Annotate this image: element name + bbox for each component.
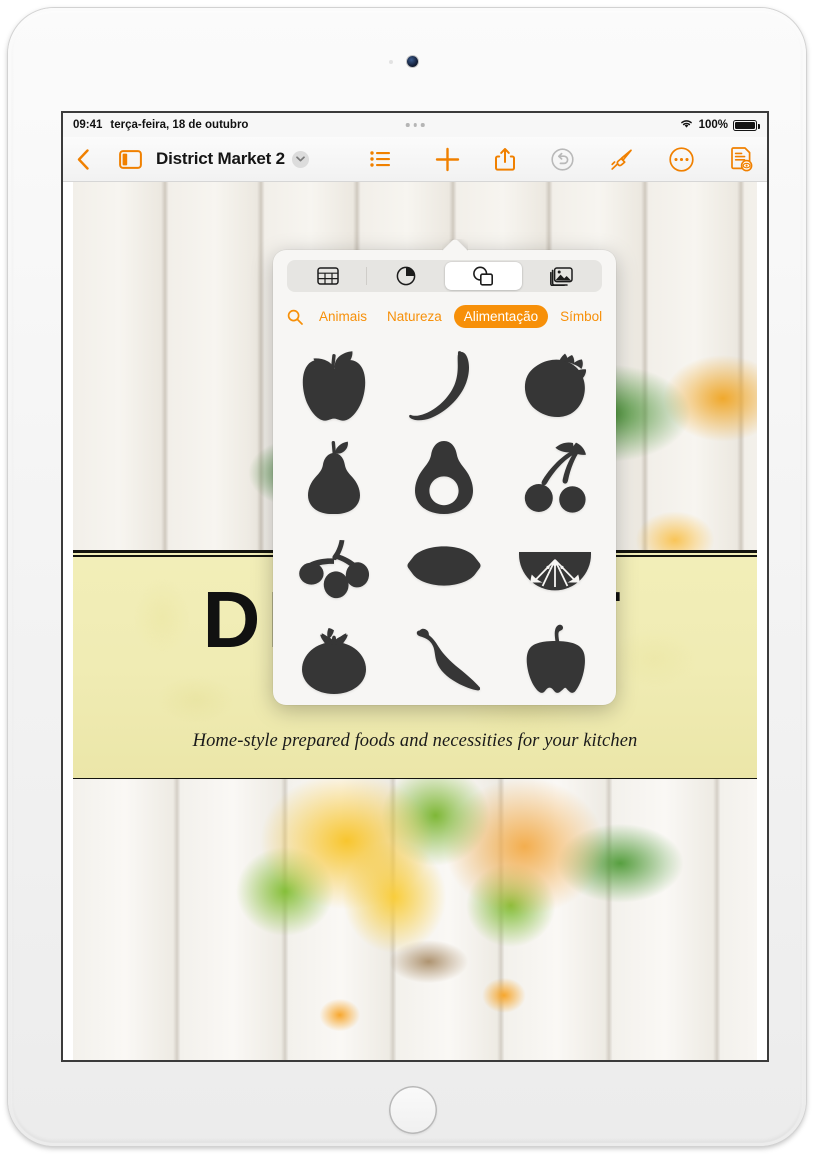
media-photos-icon bbox=[549, 266, 573, 286]
tablet-device: 09:41 terça-feira, 18 de outubro 100% Di… bbox=[8, 8, 806, 1146]
category-tab-animais[interactable]: Animais bbox=[311, 305, 375, 328]
status-bar: 09:41 terça-feira, 18 de outubro 100% bbox=[63, 113, 767, 137]
front-camera-icon bbox=[407, 56, 418, 67]
popover-arrow bbox=[442, 239, 468, 251]
share-icon[interactable] bbox=[495, 147, 515, 171]
shape-item-cherries[interactable] bbox=[500, 431, 610, 523]
category-tab-simbolos[interactable]: Símbolos bbox=[552, 305, 602, 328]
segment-table[interactable] bbox=[289, 262, 367, 290]
status-date: terça-feira, 18 de outubro bbox=[110, 119, 249, 131]
bottom-photo[interactable] bbox=[73, 779, 757, 1060]
home-button[interactable] bbox=[389, 1086, 437, 1134]
table-icon bbox=[317, 267, 339, 285]
document-view-icon[interactable] bbox=[730, 146, 753, 172]
multitasking-handle-icon[interactable] bbox=[405, 123, 425, 127]
segment-media[interactable] bbox=[522, 262, 600, 290]
status-right-group: 100% bbox=[679, 118, 760, 132]
ellipsis-circle-icon[interactable] bbox=[669, 146, 694, 172]
sidebar-toggle-icon[interactable] bbox=[119, 149, 142, 169]
toolbar-center-group bbox=[370, 147, 460, 172]
pie-chart-icon bbox=[396, 266, 415, 286]
paintbrush-icon[interactable] bbox=[610, 148, 633, 171]
banner-tagline: Home-style prepared foods and necessitie… bbox=[192, 731, 638, 752]
shape-item-chili-pepper[interactable] bbox=[389, 615, 499, 707]
insert-plus-icon[interactable] bbox=[435, 147, 460, 172]
shape-item-strawberry[interactable] bbox=[500, 339, 610, 431]
category-tab-alimentacao[interactable]: Alimentação bbox=[453, 305, 549, 328]
segment-shape[interactable] bbox=[444, 262, 523, 290]
shape-item-lemon[interactable] bbox=[389, 523, 499, 615]
document-canvas[interactable]: DISTRICT MARKET bbox=[63, 182, 767, 1060]
shape-grid[interactable] bbox=[279, 339, 610, 707]
app-toolbar: District Market 2 bbox=[63, 137, 767, 182]
chevron-down-icon[interactable] bbox=[291, 150, 309, 168]
battery-full-icon bbox=[733, 119, 760, 131]
shape-item-bell-pepper[interactable] bbox=[500, 615, 610, 707]
wifi-icon bbox=[679, 118, 694, 132]
shape-item-pear[interactable] bbox=[279, 431, 389, 523]
insert-shape-popover: Animais Natureza Alimentação Símbolos bbox=[273, 250, 616, 705]
segment-chart[interactable] bbox=[367, 262, 445, 290]
shape-item-banana[interactable] bbox=[389, 339, 499, 431]
shape-item-citrus-slice[interactable] bbox=[500, 523, 610, 615]
ambient-sensor-icon bbox=[389, 60, 393, 64]
undo-icon[interactable] bbox=[551, 147, 574, 171]
toolbar-right-group bbox=[495, 146, 753, 172]
shape-item-tomato[interactable] bbox=[279, 615, 389, 707]
insert-type-segmented-control[interactable] bbox=[287, 260, 602, 292]
category-tab-natureza[interactable]: Natureza bbox=[379, 305, 450, 328]
tablet-screen: 09:41 terça-feira, 18 de outubro 100% Di… bbox=[63, 113, 767, 1060]
search-icon[interactable] bbox=[287, 309, 303, 325]
list-view-icon[interactable] bbox=[370, 151, 391, 167]
back-chevron-icon[interactable] bbox=[77, 148, 90, 170]
shape-item-apple[interactable] bbox=[279, 339, 389, 431]
document-title[interactable]: District Market 2 bbox=[156, 149, 285, 169]
battery-percent-label: 100% bbox=[698, 119, 728, 131]
shape-category-tabs[interactable]: Animais Natureza Alimentação Símbolos bbox=[287, 304, 602, 329]
shape-item-grapes[interactable] bbox=[279, 523, 389, 615]
shapes-icon bbox=[473, 266, 494, 286]
shape-item-avocado[interactable] bbox=[389, 431, 499, 523]
status-time: 09:41 bbox=[73, 119, 103, 131]
